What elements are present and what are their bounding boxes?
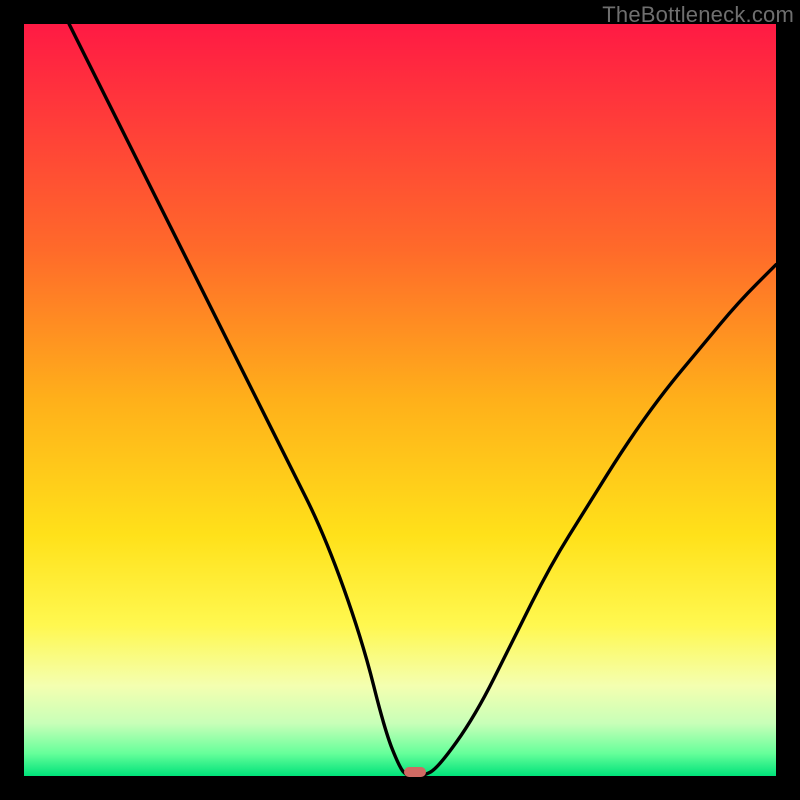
chart-frame: TheBottleneck.com xyxy=(0,0,800,800)
watermark-text: TheBottleneck.com xyxy=(602,2,794,28)
optimum-marker xyxy=(404,767,426,777)
plot-area xyxy=(24,24,776,776)
bottleneck-curve xyxy=(24,24,776,776)
